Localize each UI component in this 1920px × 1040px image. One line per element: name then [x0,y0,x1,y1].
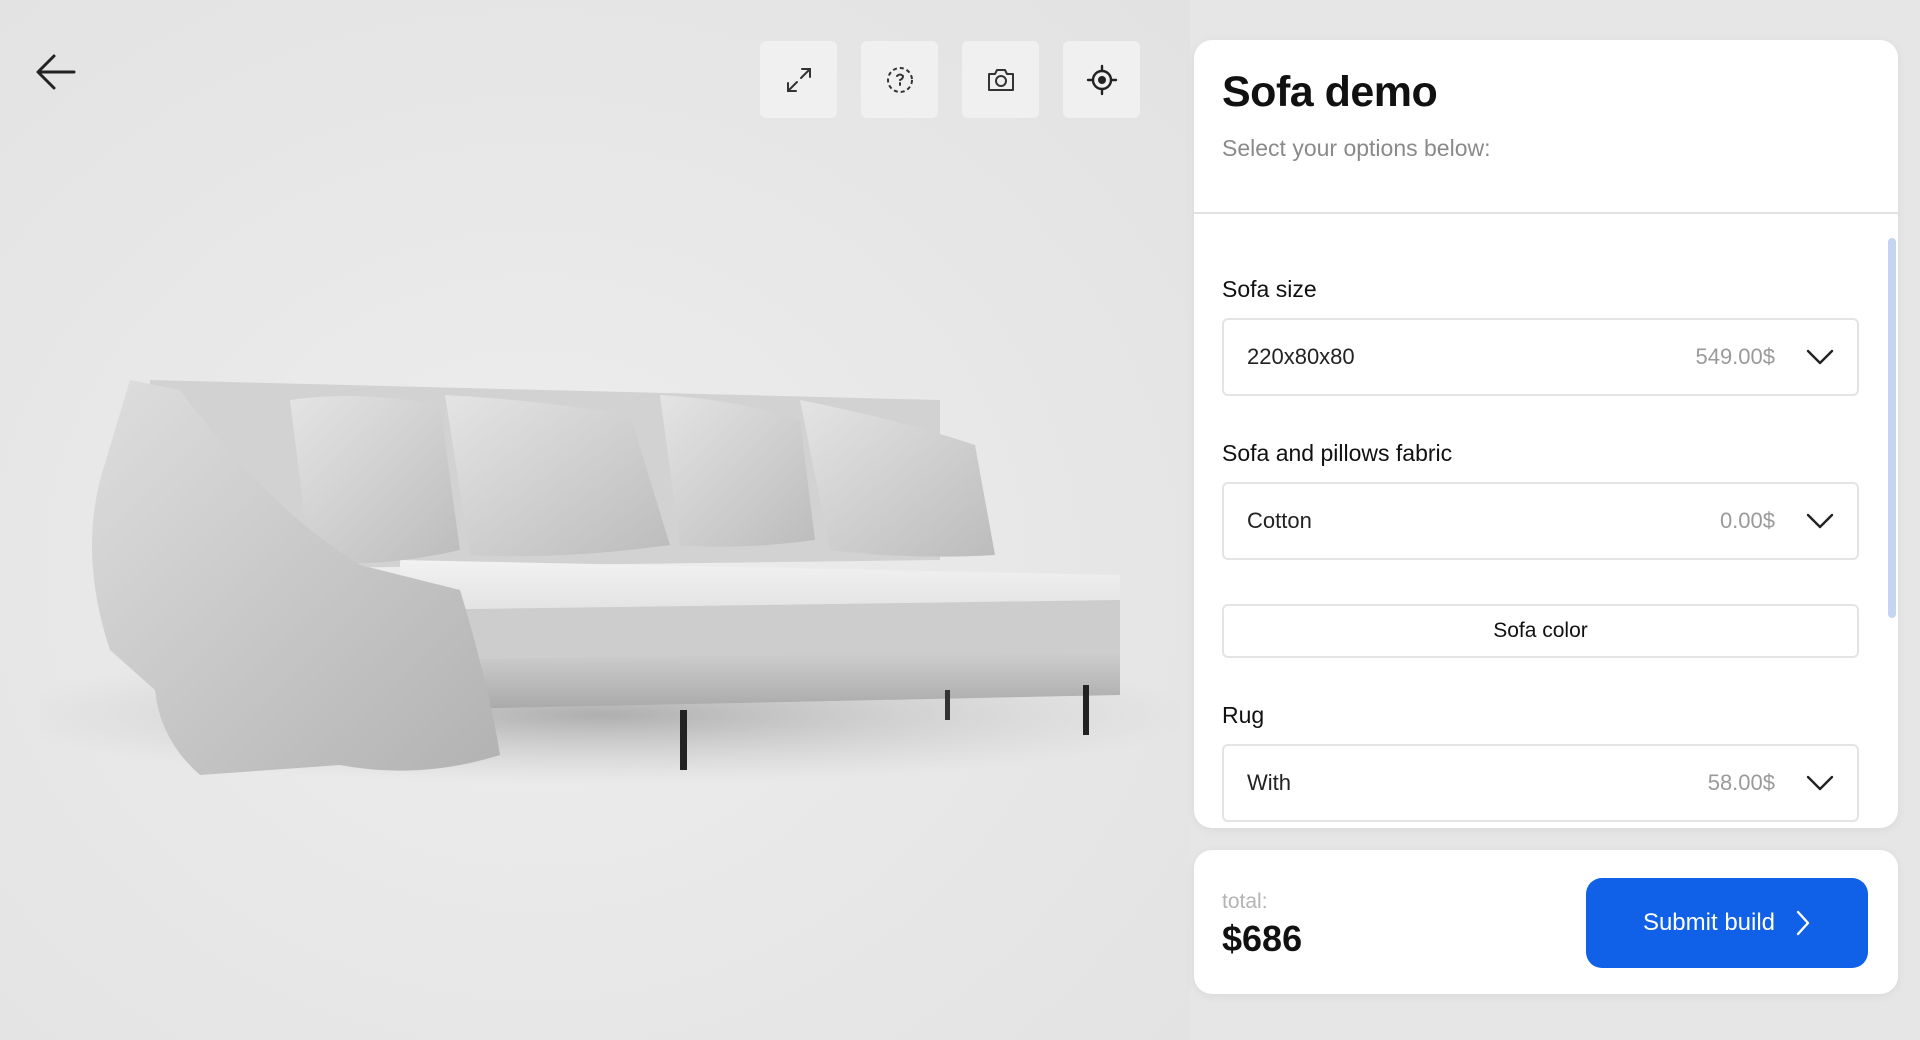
camera-icon [987,68,1014,91]
rug-select[interactable]: With 58.00$ [1222,744,1859,822]
fabric-select[interactable]: Cotton 0.00$ [1222,482,1859,560]
recenter-button[interactable] [1063,41,1140,118]
fullscreen-button[interactable] [760,41,837,118]
sofa-size-select[interactable]: 220x80x80 549.00$ [1222,318,1859,396]
chevron-down-icon [1805,347,1835,367]
page-title: Sofa demo [1222,68,1438,116]
options-scrollbar[interactable] [1888,238,1896,618]
submit-build-button[interactable]: Submit build [1586,878,1868,968]
rug-value: With [1247,770,1291,795]
rotate-360-button[interactable] [861,41,938,118]
target-icon [1086,64,1117,95]
arrow-left-icon [36,54,76,90]
order-footer: total: $686 Submit build [1194,850,1898,994]
rotate-360-icon [886,66,913,93]
chevron-right-icon [1796,910,1810,936]
rug-price: 58.00$ [1707,770,1775,795]
sofa-size-price: 549.00$ [1695,344,1775,369]
page-subtitle: Select your options below: [1222,135,1491,161]
total-label: total: [1222,890,1268,913]
expand-icon [786,67,811,92]
total-price: $686 [1222,918,1303,959]
fabric-value: Cotton [1247,508,1312,533]
configurator-panel: Sofa demo Select your options below: Sof… [1194,40,1898,828]
sofa-3d-model[interactable] [40,360,1180,810]
back-button[interactable] [28,44,84,100]
fabric-label: Sofa and pillows fabric [1222,440,1453,466]
sofa-color-button[interactable]: Sofa color [1222,604,1859,658]
options-list[interactable]: Sofa size 220x80x80 549.00$ Sofa and pil… [1194,216,1898,828]
sofa-size-value: 220x80x80 [1247,344,1355,369]
submit-build-label: Submit build [1642,909,1776,936]
chevron-down-icon [1805,773,1835,793]
rug-label: Rug [1222,702,1265,728]
chevron-down-icon [1805,511,1835,531]
fabric-price: 0.00$ [1719,508,1775,533]
viewer-toolbar [760,41,1140,118]
product-viewer[interactable] [0,0,1190,1040]
sofa-size-label: Sofa size [1222,276,1317,302]
panel-header: Sofa demo Select your options below: [1194,40,1898,214]
screenshot-button[interactable] [962,41,1039,118]
